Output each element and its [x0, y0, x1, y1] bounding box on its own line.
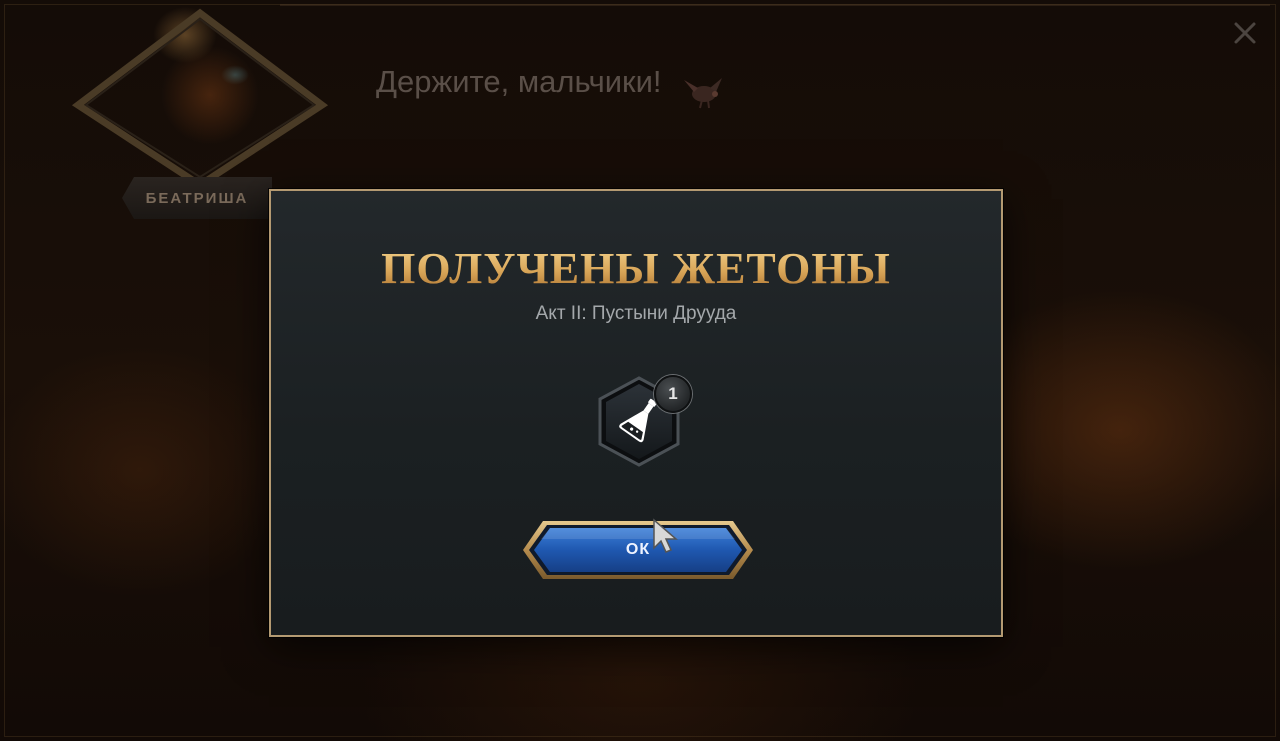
dialog-subtitle: Акт II: Пустыни Друуда — [535, 303, 737, 324]
tokens-received-dialog: ПОЛУЧЕНЫ ЖЕТОНЫ Акт II: Пустыни Друуда 1 — [269, 189, 1003, 637]
token-count-badge: 1 — [654, 375, 692, 413]
character-portrait — [70, 5, 330, 195]
ok-button-label: ОК — [625, 541, 651, 558]
ok-button[interactable]: ОК — [521, 517, 755, 583]
character-name-plate: БЕАТРИША — [122, 177, 272, 219]
top-divider — [280, 4, 1270, 6]
dialog-title: ПОЛУЧЕНЫ ЖЕТОНЫ — [271, 243, 1001, 294]
close-icon[interactable] — [1230, 18, 1260, 48]
bird-icon — [684, 78, 722, 109]
character-speech: Держите, мальчики! — [376, 64, 662, 99]
portrait-frame-icon — [71, 8, 329, 190]
character-name: БЕАТРИША — [145, 189, 249, 207]
